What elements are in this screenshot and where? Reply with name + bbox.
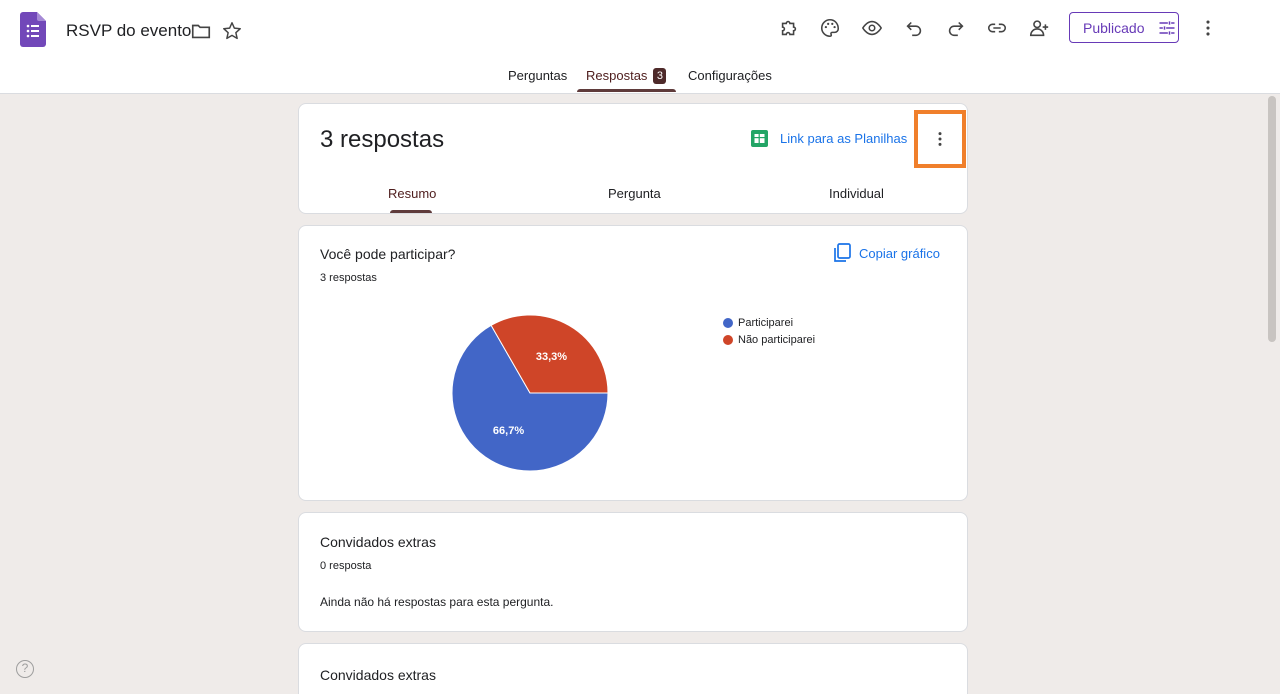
- tune-icon: [1159, 20, 1174, 35]
- undo-icon[interactable]: [898, 12, 930, 44]
- link-icon[interactable]: [981, 12, 1013, 44]
- responses-count-badge: 3: [653, 68, 667, 84]
- folder-icon[interactable]: [185, 15, 217, 47]
- legend-swatch: [723, 317, 733, 328]
- chart-legend: Participarei Não participarei: [723, 314, 815, 348]
- scrollbar[interactable]: [1268, 96, 1276, 342]
- subtab-individual[interactable]: Individual: [829, 186, 884, 201]
- pie-data-label: 66,7%: [493, 425, 524, 437]
- legend-item: Participarei: [723, 314, 815, 331]
- question-response-count: 3 respostas: [320, 272, 377, 284]
- redo-icon[interactable]: [940, 12, 972, 44]
- legend-item: Não participarei: [723, 331, 815, 348]
- more-vert-icon: [938, 132, 942, 146]
- legend-label: Participarei: [738, 316, 794, 329]
- pie-data-label: 33,3%: [536, 351, 567, 363]
- active-tab-indicator: [577, 89, 676, 92]
- more-vert-icon[interactable]: [1192, 12, 1224, 44]
- tab-questions[interactable]: Perguntas: [508, 68, 567, 83]
- link-to-sheets-button[interactable]: Link para as Planilhas: [751, 130, 907, 147]
- document-title[interactable]: RSVP do evento: [66, 21, 191, 41]
- responses-count: 3 respostas: [320, 126, 445, 153]
- help-button[interactable]: ?: [16, 660, 34, 678]
- puzzle-icon[interactable]: [773, 12, 805, 44]
- legend-swatch: [723, 334, 733, 345]
- question-summary-card: Convidados extras 0 resposta Ainda não h…: [298, 512, 968, 632]
- question-title: Convidados extras: [320, 667, 436, 683]
- subtab-question[interactable]: Pergunta: [608, 186, 661, 201]
- question-title: Convidados extras: [320, 534, 436, 550]
- copy-chart-label: Copiar gráfico: [859, 245, 940, 261]
- eye-icon[interactable]: [856, 12, 888, 44]
- tab-settings[interactable]: Configurações: [688, 68, 772, 83]
- top-bar: RSVP do evento Publicado Perguntas Respo…: [0, 0, 1280, 94]
- active-subtab-indicator: [390, 210, 432, 213]
- copy-icon: [834, 243, 851, 262]
- palette-icon[interactable]: [814, 12, 846, 44]
- link-to-sheets-label: Link para as Planilhas: [780, 131, 908, 146]
- question-title: Você pode participar?: [320, 246, 456, 262]
- copy-chart-button[interactable]: Copiar gráfico: [833, 243, 940, 263]
- pie-chart: 66,7% 33,3%: [451, 314, 609, 472]
- question-summary-card: Você pode participar? 3 respostas Copiar…: [298, 225, 968, 501]
- question-response-count: 0 resposta: [320, 560, 372, 572]
- publish-label: Publicado: [1083, 19, 1145, 36]
- no-responses-message: Ainda não há respostas para esta pergunt…: [320, 595, 554, 609]
- responses-more-options-button[interactable]: [914, 110, 966, 168]
- question-summary-card: Convidados extras: [298, 643, 968, 694]
- forms-logo-icon[interactable]: [20, 12, 46, 47]
- tab-responses[interactable]: Respostas 3: [586, 68, 667, 84]
- main-tabs: Perguntas Respostas 3 Configurações: [0, 58, 1280, 94]
- tab-responses-label: Respostas: [586, 68, 648, 83]
- sheets-icon: [751, 130, 768, 147]
- star-icon[interactable]: [216, 15, 248, 47]
- add-person-icon[interactable]: [1023, 12, 1055, 44]
- subtab-summary[interactable]: Resumo: [388, 186, 436, 201]
- legend-label: Não participarei: [738, 333, 816, 346]
- responses-summary-card: 3 respostas Link para as Planilhas Resum…: [298, 103, 968, 214]
- publish-button[interactable]: Publicado: [1069, 12, 1179, 43]
